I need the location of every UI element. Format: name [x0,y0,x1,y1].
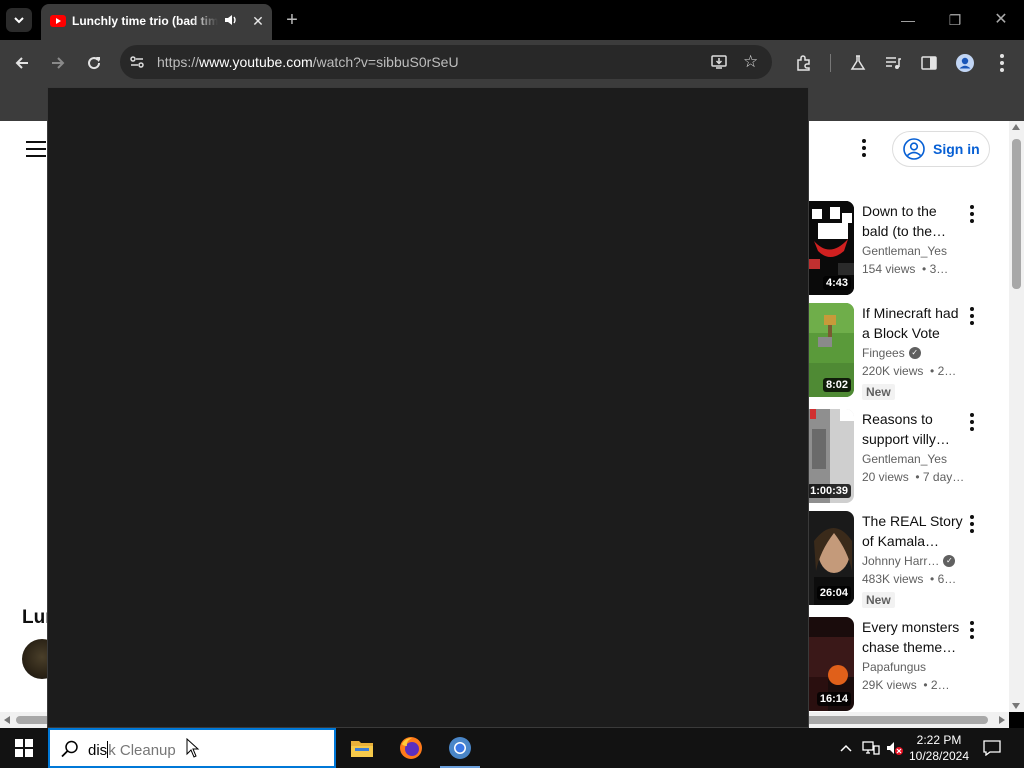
tab-title: Lunchly time trio (bad time [72,14,218,28]
video-thumbnail[interactable]: 1:00:39 [808,409,854,503]
recommendation-item[interactable]: 4:43 Down to the bald (to the… Gentleman… [808,201,1008,297]
video-duration: 16:14 [816,692,851,706]
video-meta: 29K views • 2… [862,678,950,692]
sign-in-label: Sign in [933,141,980,157]
install-app-icon[interactable] [710,53,728,76]
bookmark-star-icon[interactable]: ☆ [743,52,758,72]
tab-close-icon[interactable]: ✕ [248,11,268,31]
video-duration: 4:43 [822,276,851,290]
scroll-right-arrow-icon[interactable] [999,716,1005,724]
forward-icon[interactable] [45,50,71,76]
video-action-menu-icon[interactable] [970,205,974,223]
toolbar-separator [830,54,831,72]
video-meta: 220K views • 2… [862,364,957,378]
video-duration: 26:04 [816,586,851,600]
recommendation-item[interactable]: 26:04 The REAL Story of Kamala… Johnny H… [808,511,1008,608]
audio-playing-icon[interactable] [224,13,238,32]
video-meta: 20 views • 7 day… [862,470,965,484]
video-action-menu-icon[interactable] [970,307,974,325]
video-action-menu-icon[interactable] [970,413,974,431]
search-input[interactable]: disk Cleanup [88,741,176,759]
new-tab-button[interactable]: + [280,8,304,32]
chrome-icon[interactable] [436,728,484,768]
side-panel-icon[interactable] [916,50,942,76]
show-hidden-icons-icon[interactable] [836,728,856,768]
video-title-link[interactable]: Down to the bald (to the… [862,201,967,241]
media-controls-icon[interactable] [880,50,906,76]
recommendation-item[interactable]: 1:00:39 Reasons to support villy… Gentle… [808,409,1008,505]
taskbar: disk Cleanup 2:22 PM 10/28/2024 [0,728,1024,768]
video-title-link[interactable]: If Minecraft had a Block Vote [862,303,967,343]
tab-strip: Lunchly time trio (bad time ✕ + — ❐ ✕ [0,0,1024,40]
volume-muted-icon[interactable] [884,728,906,768]
channel-name[interactable]: Fingees ✓ [862,346,921,360]
scroll-down-arrow-icon[interactable] [1012,703,1020,709]
channel-name[interactable]: Papafungus [862,660,926,674]
system-clock[interactable]: 2:22 PM 10/28/2024 [904,732,974,764]
labs-icon[interactable] [845,50,871,76]
clock-date: 10/28/2024 [908,749,970,763]
youtube-favicon [50,15,66,27]
new-badge: New [862,592,895,608]
vertical-scrollbar[interactable] [1009,121,1024,712]
browser-toolbar: https://www.youtube.com/watch?v=sibbuS0r… [0,40,1024,86]
windows-start-icon[interactable] [0,728,48,768]
video-title-link[interactable]: The REAL Story of Kamala… [862,511,967,551]
video-thumbnail[interactable]: 16:14 [808,617,854,711]
active-tab[interactable]: Lunchly time trio (bad time ✕ [41,4,272,40]
site-info-icon[interactable] [128,53,146,76]
vertical-scroll-thumb[interactable] [1012,139,1021,289]
video-action-menu-icon[interactable] [970,515,974,533]
minimize-button[interactable]: — [893,8,923,32]
scroll-up-arrow-icon[interactable] [1012,124,1020,130]
extensions-icon[interactable] [791,50,817,76]
reload-icon[interactable] [81,50,107,76]
video-meta: 154 views • 3… [862,262,949,276]
clock-time: 2:22 PM [916,733,962,747]
video-title-link[interactable]: Every monsters chase theme… [862,617,967,657]
guide-menu-icon[interactable] [26,141,46,157]
verified-badge-icon: ✓ [908,347,921,359]
video-title-link[interactable]: Reasons to support villy… [862,409,967,449]
sign-in-button[interactable]: Sign in [892,131,990,167]
channel-name[interactable]: Gentleman_Yes [862,244,947,258]
windows-search-panel [47,87,809,728]
settings-more-icon[interactable] [856,139,872,161]
recommendation-item[interactable]: 16:14 Every monsters chase theme… Papafu… [808,617,1008,712]
account-icon [903,138,925,160]
video-thumbnail[interactable]: 26:04 [808,511,854,605]
recommendation-item[interactable]: 8:02 If Minecraft had a Block Vote Finge… [808,303,1008,400]
new-badge: New [862,384,895,400]
scroll-left-arrow-icon[interactable] [4,716,10,724]
video-action-menu-icon[interactable] [970,621,974,639]
window-close-button[interactable]: ✕ [986,8,1016,32]
url-text: https://www.youtube.com/watch?v=sibbuS0r… [157,54,459,70]
network-icon[interactable] [860,728,882,768]
file-explorer-icon[interactable] [338,728,386,768]
chrome-menu-icon[interactable] [989,50,1015,76]
video-meta: 483K views • 6… [862,572,957,586]
restore-button[interactable]: ❐ [940,8,970,32]
action-center-icon[interactable] [980,728,1004,768]
channel-name[interactable]: Gentleman_Yes [862,452,947,466]
mouse-pointer-icon [186,737,200,763]
address-bar[interactable]: https://www.youtube.com/watch?v=sibbuS0r… [120,45,772,79]
firefox-icon[interactable] [387,728,435,768]
channel-name[interactable]: Johnny Harr… ✓ [862,554,956,568]
tab-search-icon[interactable] [6,8,32,32]
profile-icon[interactable] [952,50,978,76]
back-icon[interactable] [9,50,35,76]
video-duration: 8:02 [822,378,851,392]
video-thumbnail[interactable]: 8:02 [808,303,854,397]
video-duration: 1:00:39 [808,484,851,498]
video-thumbnail[interactable]: 4:43 [808,201,854,295]
verified-badge-icon: ✓ [943,555,956,567]
search-icon [60,739,80,764]
